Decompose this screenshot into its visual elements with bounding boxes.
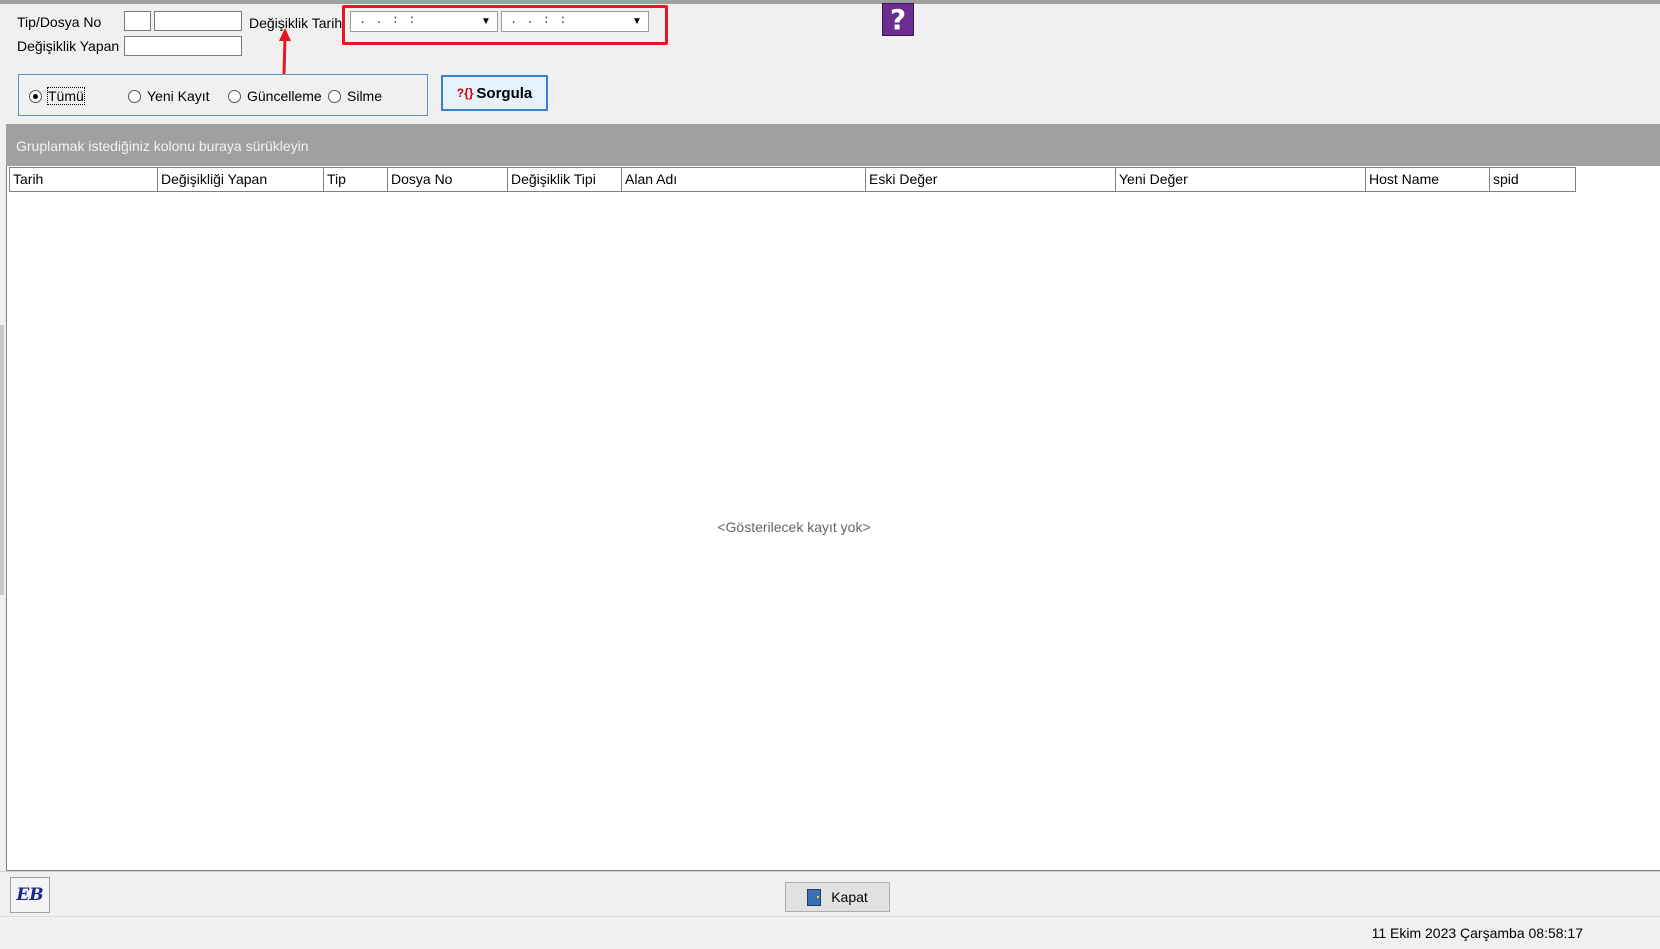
- left-splitter[interactable]: [0, 325, 4, 595]
- kapat-label: Kapat: [831, 889, 868, 905]
- radio-silme[interactable]: Silme: [328, 87, 382, 105]
- radio-label: Güncelleme: [247, 88, 322, 104]
- radio-guncelleme[interactable]: Güncelleme: [228, 87, 322, 105]
- radio-label: Silme: [347, 88, 383, 104]
- column-header-spid[interactable]: spid: [1489, 168, 1576, 191]
- degisiklik-yapan-input[interactable]: [124, 36, 242, 56]
- status-datetime: 11 Ekim 2023 Çarşamba 08:58:17: [1371, 925, 1583, 941]
- help-icon[interactable]: ?: [882, 3, 914, 36]
- radio-label: Yeni Kayıt: [147, 88, 210, 104]
- degisiklik-yapan-label: Değişiklik Yapan: [17, 38, 120, 54]
- column-header-eski-deger[interactable]: Eski Değer: [865, 168, 1115, 191]
- column-header-host-name[interactable]: Host Name: [1365, 168, 1489, 191]
- change-type-radio-group: Tümü Yeni Kayıt Güncelleme Silme: [18, 74, 428, 116]
- window-top-border: [0, 0, 1660, 4]
- eb-logo-button[interactable]: EB: [10, 877, 50, 913]
- group-by-panel[interactable]: Gruplamak istediğiniz kolonu buraya sürü…: [6, 124, 1660, 166]
- tip-input[interactable]: [124, 11, 151, 31]
- annotation-arrow-icon: [279, 28, 291, 75]
- radio-icon[interactable]: [228, 89, 241, 103]
- column-header-dosya-no[interactable]: Dosya No: [387, 168, 507, 191]
- radio-yeni-kayit[interactable]: Yeni Kayıt: [128, 87, 210, 105]
- grid-header: Tarih Değişikliği Yapan Tip Dosya No Değ…: [9, 167, 1576, 192]
- status-bar: 11 Ekim 2023 Çarşamba 08:58:17: [0, 916, 1660, 949]
- group-by-hint: Gruplamak istediğiniz kolonu buraya sürü…: [16, 138, 309, 154]
- radio-selected-icon[interactable]: [29, 89, 42, 103]
- column-header-tarih[interactable]: Tarih: [9, 168, 157, 191]
- highlight-annotation-box: [342, 5, 668, 45]
- column-header-tip[interactable]: Tip: [323, 168, 387, 191]
- door-exit-icon: [807, 888, 822, 906]
- query-icon: ?{}: [456, 86, 474, 100]
- column-header-degisiklik-tipi[interactable]: Değişiklik Tipi: [507, 168, 621, 191]
- radio-label: Tümü: [47, 87, 85, 105]
- tip-dosya-label: Tip/Dosya No: [17, 14, 102, 30]
- empty-grid-message: <Gösterilecek kayıt yok>: [717, 519, 871, 535]
- radio-tumu[interactable]: Tümü: [29, 87, 85, 105]
- radio-icon[interactable]: [128, 89, 141, 103]
- column-header-alan-adi[interactable]: Alan Adı: [621, 168, 865, 191]
- column-header-yeni-deger[interactable]: Yeni Değer: [1115, 168, 1365, 191]
- column-header-degisikligi-yapan[interactable]: Değişikliği Yapan: [157, 168, 323, 191]
- sorgula-button[interactable]: ?{} Sorgula: [441, 75, 548, 111]
- sorgula-label: Sorgula: [476, 84, 533, 102]
- change-log-grid[interactable]: Tarih Değişikliği Yapan Tip Dosya No Değ…: [6, 166, 1660, 871]
- dosya-no-input[interactable]: [154, 11, 242, 31]
- kapat-button[interactable]: Kapat: [785, 882, 890, 912]
- radio-icon[interactable]: [328, 89, 341, 103]
- footer-bar: EB Kapat: [0, 871, 1660, 917]
